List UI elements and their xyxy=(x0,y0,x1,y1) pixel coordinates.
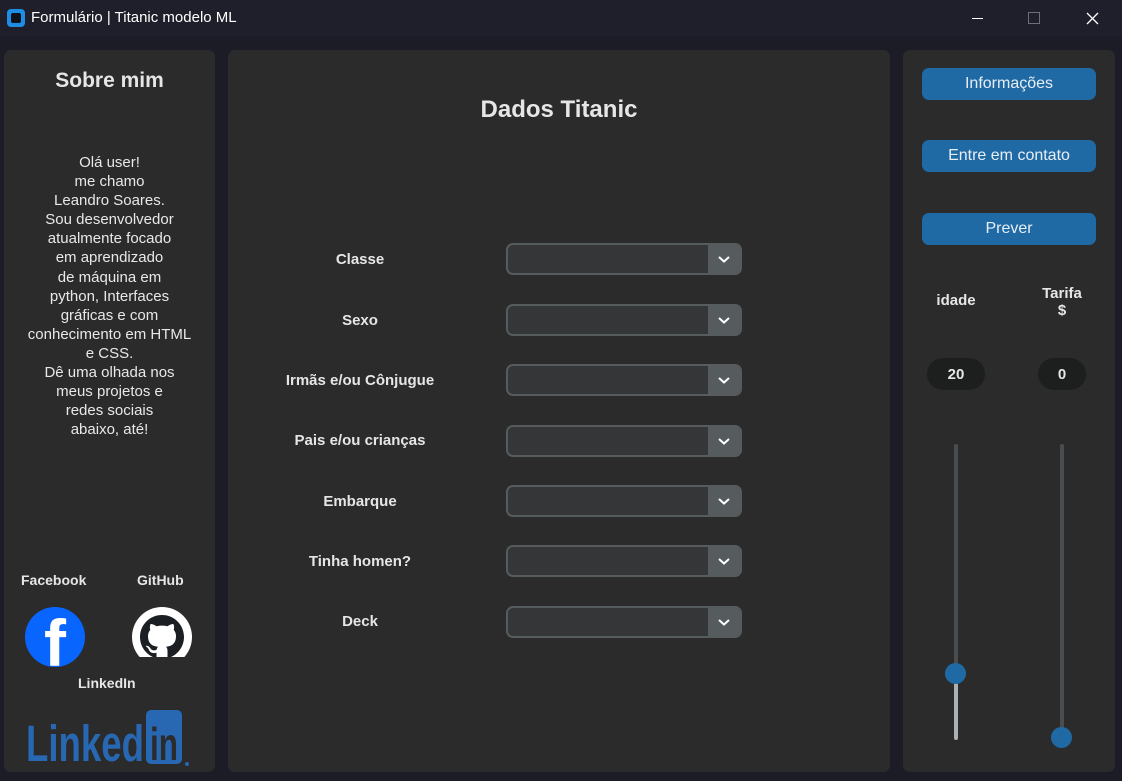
chevron-down-icon xyxy=(718,557,730,565)
github-icon[interactable] xyxy=(132,607,192,667)
predict-button[interactable]: Prever xyxy=(922,213,1096,245)
combo-dropdown-button[interactable] xyxy=(708,427,740,455)
facebook-icon[interactable]: f xyxy=(25,607,85,667)
field-label-irmas-conjugue: Irmãs e/ou Cônjugue xyxy=(285,372,435,389)
github-octocat-icon xyxy=(132,615,192,667)
combo-irmas-conjugue[interactable] xyxy=(506,364,742,396)
combo-tinha-homen[interactable] xyxy=(506,545,742,577)
combo-embarque[interactable] xyxy=(506,485,742,517)
contact-button[interactable]: Entre em contato xyxy=(922,140,1096,172)
field-label-embarque: Embarque xyxy=(323,493,397,510)
about-title: Sobre mim xyxy=(55,69,164,92)
linkedin-icon: Linked in xyxy=(26,710,189,772)
linkedin-wordmark: Linked xyxy=(26,715,144,768)
combo-dropdown-button[interactable] xyxy=(708,245,740,273)
minimize-icon xyxy=(971,17,983,19)
minimize-button[interactable] xyxy=(948,0,1006,36)
about-panel: Sobre mim Olá user! me chamo Leandro Soa… xyxy=(4,50,215,772)
close-button[interactable] xyxy=(1063,0,1121,36)
info-button[interactable]: Informações xyxy=(922,68,1096,100)
maximize-icon xyxy=(1028,12,1040,24)
chevron-down-icon xyxy=(718,255,730,263)
window-title: Formulário | Titanic modelo ML xyxy=(31,9,237,26)
facebook-glyph: f xyxy=(44,607,66,667)
fare-label: Tarifa $ xyxy=(1042,285,1082,319)
chevron-down-icon xyxy=(718,497,730,505)
combo-dropdown-button[interactable] xyxy=(708,608,740,636)
chevron-down-icon xyxy=(718,376,730,384)
combo-dropdown-button[interactable] xyxy=(708,306,740,334)
maximize-button[interactable] xyxy=(1005,0,1063,36)
age-label: idade xyxy=(936,292,976,309)
linkedin-in-mark: in xyxy=(150,718,178,768)
app-icon xyxy=(7,9,25,27)
linkedin-label: LinkedIn xyxy=(78,675,136,691)
combo-classe[interactable] xyxy=(506,243,742,275)
combo-dropdown-button[interactable] xyxy=(708,366,740,394)
github-label: GitHub xyxy=(137,572,184,588)
combo-dropdown-button[interactable] xyxy=(708,547,740,575)
facebook-label: Facebook xyxy=(21,572,87,588)
about-text: Olá user! me chamo Leandro Soares. Sou d… xyxy=(27,154,192,439)
field-label-sexo: Sexo xyxy=(342,312,378,329)
fare-value: 0 xyxy=(1038,358,1086,390)
combo-pais-criancas[interactable] xyxy=(506,425,742,457)
field-label-deck: Deck xyxy=(342,613,378,630)
title-bar: Formulário | Titanic modelo ML xyxy=(0,0,1122,36)
linkedin-logo[interactable]: Linked in xyxy=(26,708,192,772)
chevron-down-icon xyxy=(718,437,730,445)
field-label-pais-criancas: Pais e/ou crianças xyxy=(294,432,426,449)
fare-slider[interactable] xyxy=(1051,444,1072,748)
chevron-down-icon xyxy=(718,618,730,626)
combo-sexo[interactable] xyxy=(506,304,742,336)
age-slider-thumb[interactable] xyxy=(945,662,966,684)
field-label-classe: Classe xyxy=(335,251,385,268)
actions-panel: Informações Entre em contato Prever idad… xyxy=(903,50,1115,772)
close-icon xyxy=(1086,12,1098,24)
age-value: 20 xyxy=(927,358,985,390)
field-label-tinha-homen: Tinha homen? xyxy=(308,553,412,570)
form-title: Dados Titanic xyxy=(480,96,638,123)
chevron-down-icon xyxy=(718,316,730,324)
age-slider[interactable] xyxy=(945,444,966,740)
fare-slider-thumb[interactable] xyxy=(1051,726,1072,748)
combo-dropdown-button[interactable] xyxy=(708,487,740,515)
form-panel: Dados Titanic Classe Sexo Irmãs e/ou Côn… xyxy=(228,50,890,772)
combo-deck[interactable] xyxy=(506,606,742,638)
